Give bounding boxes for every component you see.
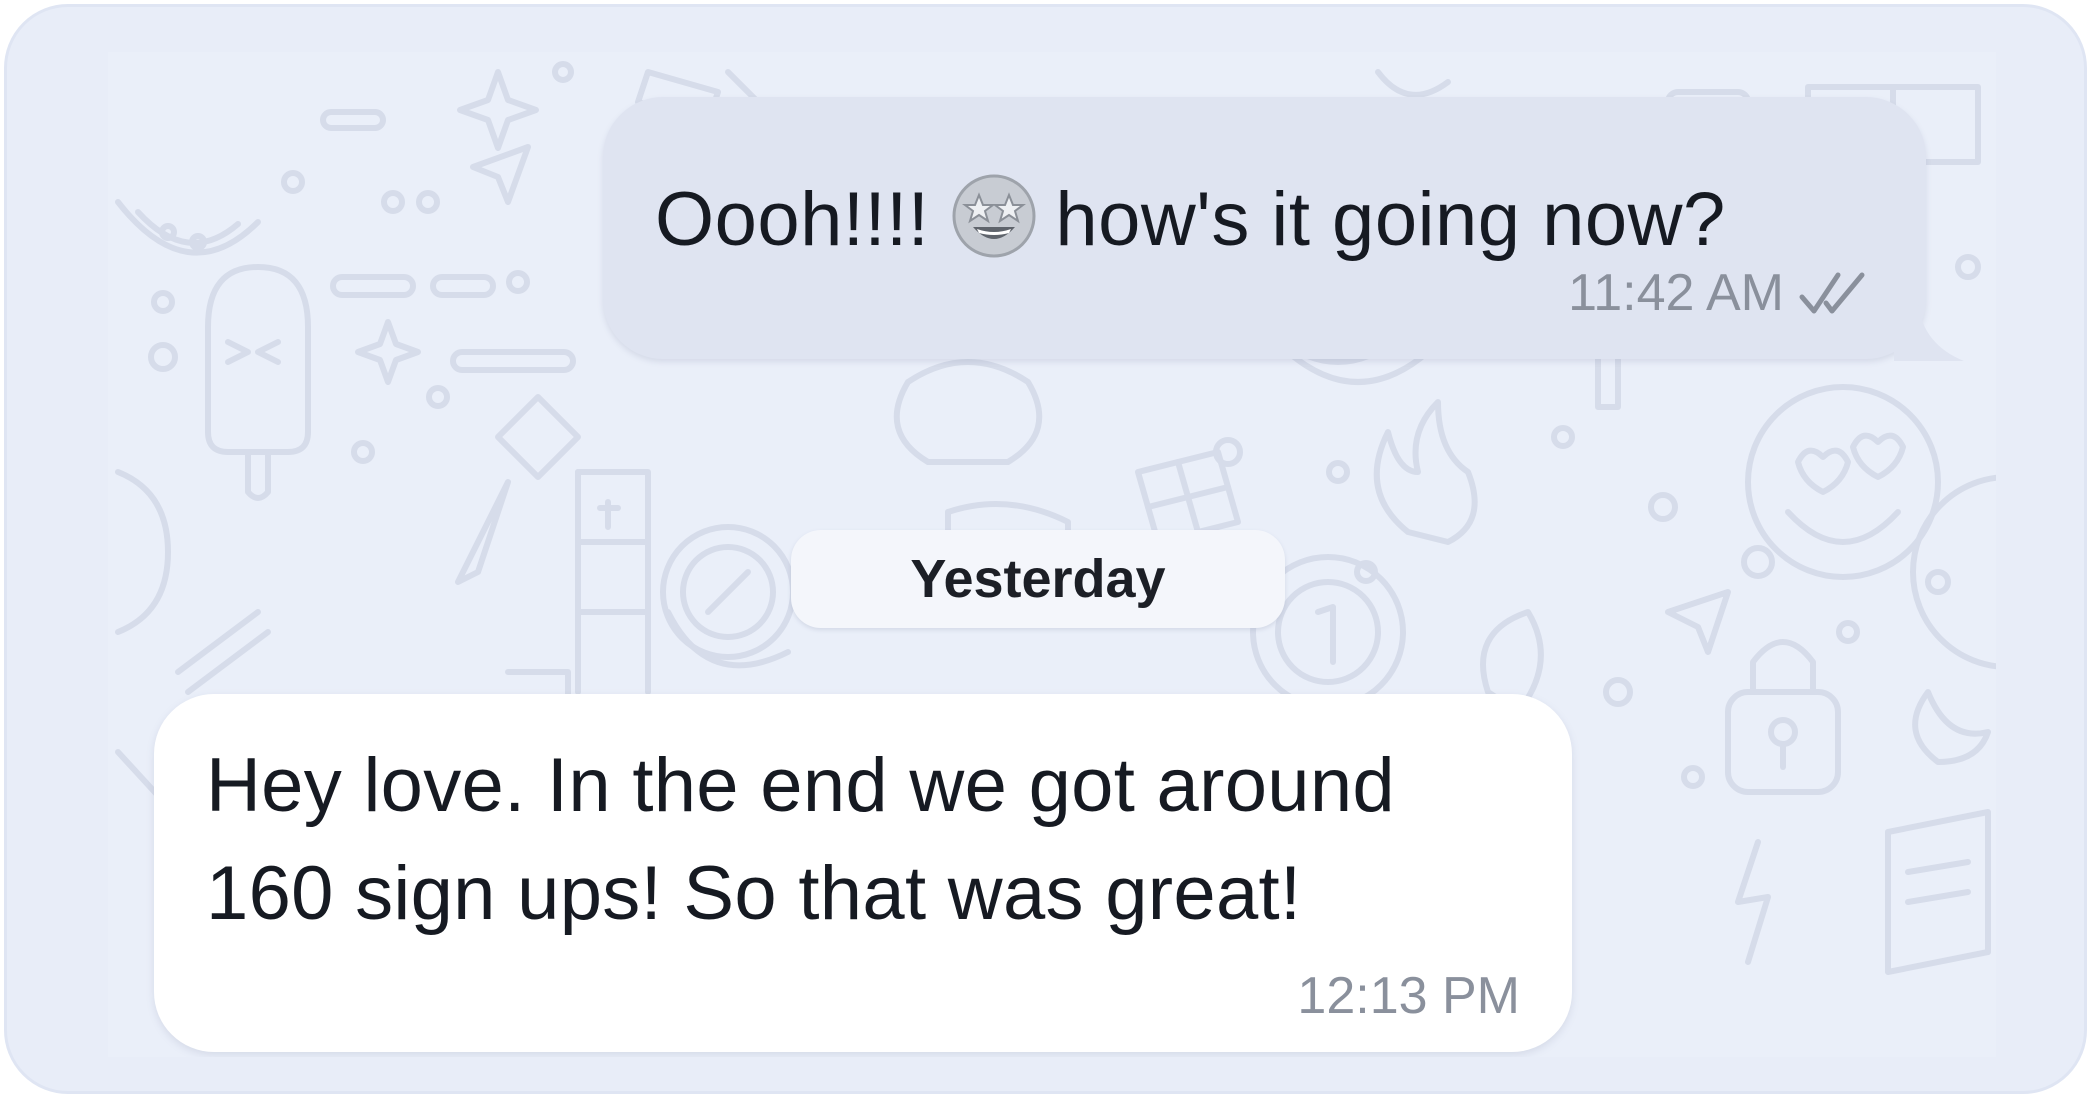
chat-area[interactable]: Oooh!!!! how's it going now? 11:42 AM Ye… (108, 52, 1996, 1057)
chat-card: Oooh!!!! how's it going now? 11:42 AM Ye… (4, 4, 2087, 1094)
double-check-icon (1799, 272, 1865, 314)
outgoing-message-text-after: how's it going now? (1055, 177, 1726, 262)
date-separator-label: Yesterday (910, 549, 1166, 609)
incoming-message-time: 12:13 PM (1297, 967, 1520, 1025)
outgoing-message-meta: 11:42 AM (1568, 263, 1870, 323)
star-struck-emoji-icon (952, 174, 1036, 258)
bubble-tail-icon (1894, 305, 1964, 361)
incoming-message-bubble[interactable]: Hey love. In the end we got around 160 s… (154, 694, 1572, 1052)
outgoing-message-bubble[interactable]: Oooh!!!! how's it going now? 11:42 AM (603, 97, 1964, 361)
incoming-message-text: Hey love. In the end we got around 160 s… (206, 743, 1395, 936)
date-separator: Yesterday (791, 530, 1285, 628)
outgoing-message-text-before: Oooh!!!! (655, 177, 930, 262)
outgoing-message-time: 11:42 AM (1568, 264, 1784, 322)
outgoing-message-text: Oooh!!!! how's it going now? (655, 173, 1726, 263)
